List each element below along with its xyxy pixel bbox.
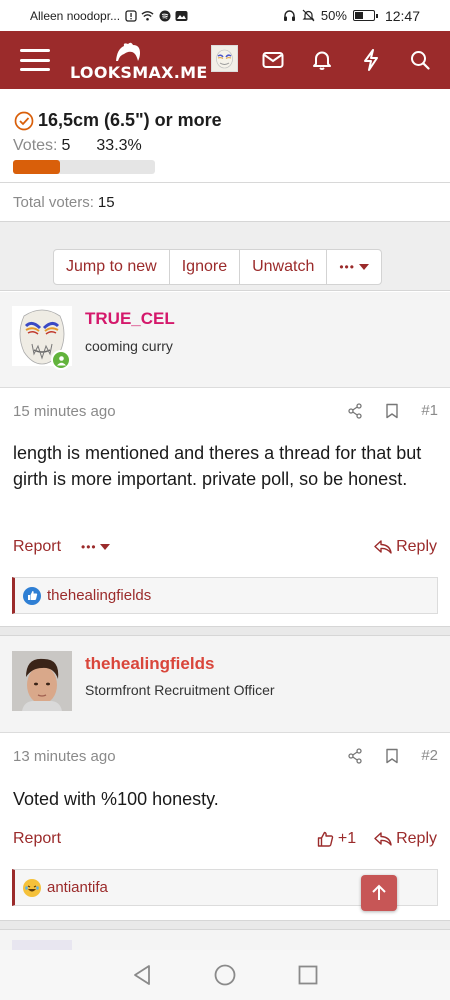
post-time[interactable]: 15 minutes ago bbox=[13, 403, 116, 420]
post-meta-icons: #1 bbox=[347, 402, 438, 419]
total-voters-label: Total voters: bbox=[13, 194, 94, 211]
votes-count: 5 bbox=[61, 137, 71, 154]
reply-label: Reply bbox=[396, 830, 437, 847]
logo-hair-icon bbox=[116, 42, 140, 61]
divider bbox=[0, 182, 450, 183]
back-icon[interactable] bbox=[132, 964, 152, 986]
more-dots: ••• bbox=[81, 540, 97, 554]
post-more-button[interactable]: ••• bbox=[81, 540, 110, 554]
gallery-icon bbox=[175, 9, 188, 22]
battery-icon bbox=[352, 10, 378, 21]
arrow-up-icon bbox=[372, 884, 386, 900]
post-separator bbox=[0, 920, 450, 930]
user-title: Stormfront Recruitment Officer bbox=[85, 682, 275, 698]
post-user-header: thehealingfields Stormfront Recruitment … bbox=[0, 636, 450, 733]
thumbs-up-icon bbox=[317, 831, 334, 847]
recents-icon[interactable] bbox=[298, 965, 318, 985]
chevron-down-icon bbox=[99, 544, 110, 550]
post-body: Voted with %100 honesty. bbox=[13, 789, 219, 809]
post-time[interactable]: 13 minutes ago bbox=[13, 748, 116, 765]
thread-button-group: Jump to new Ignore Unwatch ••• bbox=[53, 249, 382, 285]
wifi-icon bbox=[141, 9, 154, 22]
reply-button[interactable]: Reply bbox=[374, 830, 437, 848]
reply-icon bbox=[374, 540, 392, 554]
post-actions: Report ••• Reply bbox=[13, 538, 437, 556]
poll-option-label: 16,5cm (6.5") or more bbox=[38, 110, 222, 130]
check-circle-icon bbox=[14, 111, 34, 130]
carrier-text: Alleen noodopr... bbox=[30, 8, 121, 23]
ignore-button[interactable]: Ignore bbox=[170, 250, 241, 284]
post: TRUE_CEL cooming curry 15 minutes ago #1… bbox=[0, 292, 450, 626]
next-post-peek bbox=[0, 930, 450, 950]
total-voters: Total voters: 15 bbox=[13, 194, 115, 211]
username[interactable]: TRUE_CEL bbox=[85, 309, 175, 329]
votes-label: Votes: bbox=[13, 137, 58, 154]
jump-to-new-button[interactable]: Jump to new bbox=[54, 250, 170, 284]
scroll-to-top-button[interactable] bbox=[361, 875, 397, 911]
online-status-icon bbox=[51, 350, 71, 370]
react-count: +1 bbox=[337, 830, 357, 847]
poll-option: 16,5cm (6.5") or more bbox=[14, 110, 222, 131]
reply-button[interactable]: Reply bbox=[374, 538, 437, 556]
reply-icon bbox=[374, 832, 392, 846]
spotify-icon bbox=[158, 9, 171, 22]
site-header: LOOKSMAX.ME bbox=[0, 31, 450, 89]
like-icon bbox=[23, 586, 41, 605]
more-options-button[interactable]: ••• bbox=[327, 250, 381, 284]
unwatch-button[interactable]: Unwatch bbox=[240, 250, 328, 284]
bolt-icon[interactable] bbox=[360, 49, 382, 71]
battery-percent: 50% bbox=[320, 8, 347, 23]
report-button[interactable]: Report bbox=[13, 538, 61, 556]
more-dots: ••• bbox=[339, 260, 355, 274]
share-icon[interactable] bbox=[347, 402, 363, 419]
reply-label: Reply bbox=[396, 538, 437, 555]
reactions-bar[interactable]: thehealingfields bbox=[12, 577, 438, 614]
reaction-users[interactable]: thehealingfields bbox=[47, 587, 151, 604]
status-bar: Alleen noodopr... 50% 12:47 bbox=[0, 0, 450, 31]
avatar[interactable] bbox=[12, 651, 72, 711]
post-number[interactable]: #1 bbox=[421, 402, 438, 419]
laughing-emoji-icon bbox=[23, 878, 41, 897]
post-user-header: TRUE_CEL cooming curry bbox=[0, 292, 450, 388]
share-icon[interactable] bbox=[347, 747, 363, 764]
post-number[interactable]: #2 bbox=[421, 747, 438, 764]
headphones-icon bbox=[283, 9, 296, 22]
user-avatar[interactable] bbox=[211, 45, 238, 72]
home-icon[interactable] bbox=[214, 964, 236, 986]
search-icon[interactable] bbox=[409, 49, 431, 71]
post-actions: Report +1 Reply bbox=[13, 830, 437, 848]
site-name: LOOKSMAX.ME bbox=[70, 63, 208, 82]
bell-icon[interactable] bbox=[311, 49, 333, 71]
post-meta-icons: #2 bbox=[347, 747, 438, 764]
poll-progress-fill bbox=[13, 160, 61, 174]
post-separator bbox=[0, 626, 450, 636]
votes-percent: 33.3% bbox=[96, 137, 142, 154]
react-button[interactable]: +1 bbox=[317, 830, 356, 848]
bookmark-icon[interactable] bbox=[385, 403, 399, 419]
bookmark-icon[interactable] bbox=[385, 748, 399, 764]
mail-icon[interactable] bbox=[262, 49, 284, 71]
mute-bell-icon bbox=[302, 9, 315, 22]
poll-votes: Votes: 5 33.3% bbox=[13, 137, 142, 155]
reaction-users[interactable]: antiantifa bbox=[47, 879, 108, 896]
total-voters-count: 15 bbox=[97, 194, 115, 211]
site-logo[interactable]: LOOKSMAX.ME bbox=[70, 37, 207, 83]
post-body: length is mentioned and theres a thread … bbox=[13, 443, 422, 489]
clock: 12:47 bbox=[384, 7, 420, 24]
username[interactable]: thehealingfields bbox=[85, 654, 214, 674]
user-title: cooming curry bbox=[85, 338, 173, 354]
report-button[interactable]: Report bbox=[13, 830, 61, 848]
alert-icon bbox=[124, 9, 137, 22]
system-nav-bar bbox=[0, 950, 450, 1000]
thread-actions-bar: Jump to new Ignore Unwatch ••• bbox=[0, 221, 450, 291]
chevron-down-icon bbox=[358, 264, 369, 270]
menu-icon[interactable] bbox=[20, 49, 50, 71]
poll-progress-bar bbox=[13, 160, 155, 174]
